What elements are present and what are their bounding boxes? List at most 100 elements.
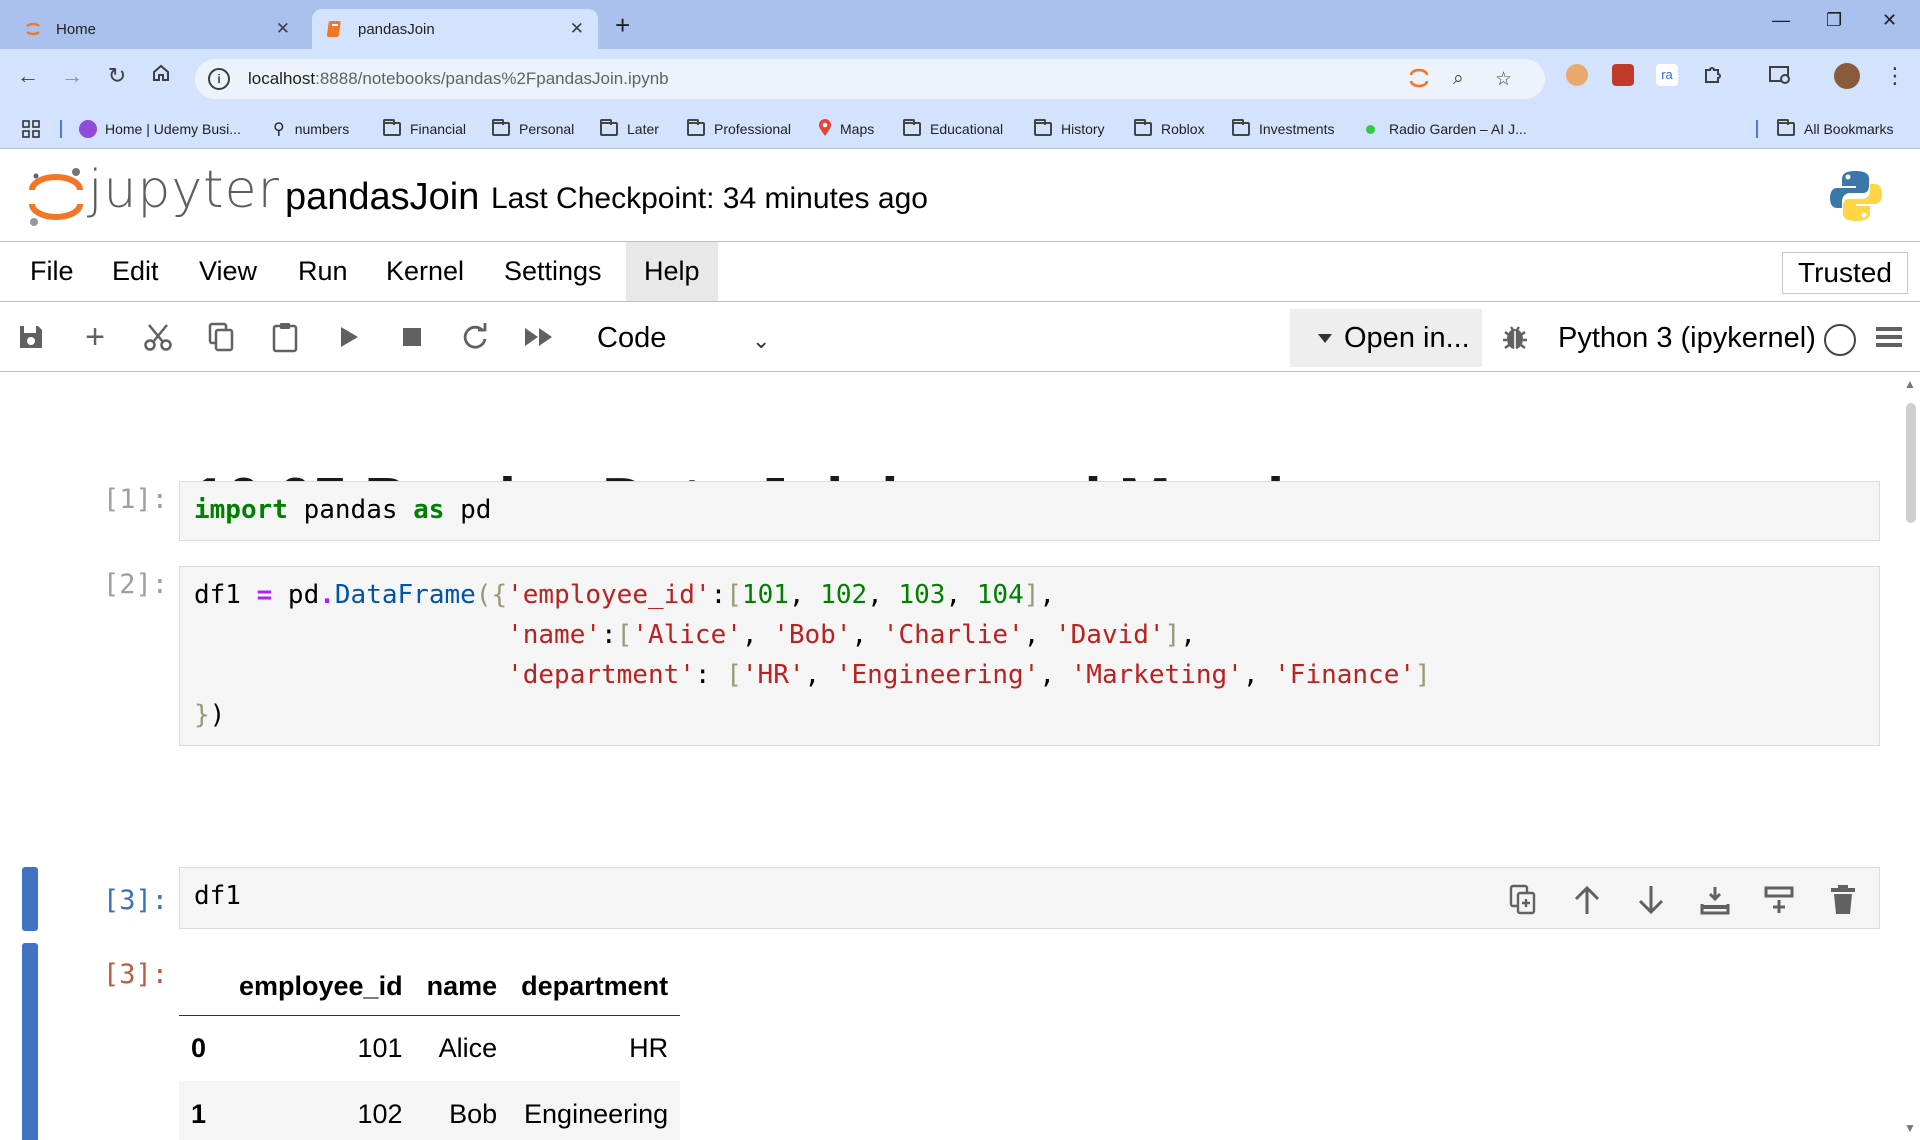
menu-run[interactable]: Run [280, 242, 366, 301]
menu-help[interactable]: Help [626, 242, 718, 301]
restore-icon[interactable]: ❐ [1826, 10, 1842, 31]
maps-icon [818, 118, 832, 140]
url-text[interactable]: localhost:8888/notebooks/pandas%2Fpandas… [248, 69, 669, 89]
bookmark-label: Roblox [1161, 121, 1205, 137]
cell-type-select[interactable]: Code [597, 322, 666, 355]
zoom-icon[interactable]: ⌕ [1453, 68, 1464, 90]
new-tab-icon[interactable]: + [615, 12, 630, 38]
forward-icon[interactable]: → [57, 63, 87, 89]
save-icon[interactable] [14, 320, 48, 354]
kernel-status-icon [1824, 324, 1856, 356]
notebook-title[interactable]: pandasJoin [285, 176, 479, 219]
delete-cell-icon[interactable] [1825, 882, 1861, 918]
active-cell-indicator[interactable] [22, 867, 38, 931]
minimize-icon[interactable]: — [1772, 10, 1790, 31]
bookmark-label: Radio Garden – AI J... [1389, 121, 1527, 137]
menu-view[interactable]: View [181, 242, 275, 301]
restart-icon[interactable] [458, 320, 492, 354]
open-in-button[interactable]: Open in... [1290, 309, 1482, 367]
kernel-name[interactable]: Python 3 (ipykernel) [1558, 322, 1816, 355]
address-bar[interactable]: i localhost:8888/notebooks/pandas%2Fpand… [195, 59, 1545, 99]
bookmark-maps[interactable]: Maps [818, 109, 874, 149]
bookmark-personal[interactable]: Personal [492, 109, 574, 149]
code-text: df1 = pd.DataFrame({'employee_id':[101, … [194, 580, 1431, 730]
bookmark-later[interactable]: Later [600, 109, 659, 149]
add-cell-icon[interactable]: + [78, 318, 112, 356]
code-cell-editor[interactable]: df1 [179, 867, 1880, 929]
open-in-label: Open in... [1344, 321, 1470, 354]
bookmark-label: Investments [1259, 121, 1335, 137]
reload-icon[interactable]: ↻ [102, 63, 132, 89]
menu-settings[interactable]: Settings [486, 242, 620, 301]
bookmark-investments[interactable]: Investments [1232, 109, 1334, 149]
close-window-icon[interactable]: ✕ [1882, 10, 1897, 31]
jupyter-logo-icon[interactable] [26, 164, 86, 228]
extensions-puzzle-icon[interactable] [1702, 64, 1724, 86]
scroll-down-icon[interactable]: ▼ [1904, 1121, 1916, 1135]
table-cell: 102 [357, 1098, 403, 1129]
apps-grid-icon[interactable] [22, 109, 40, 149]
extension-icon[interactable] [1612, 64, 1634, 86]
active-output-indicator[interactable] [22, 943, 38, 1140]
jupyter-extension-icon[interactable] [1408, 65, 1430, 97]
row-index: 1 [191, 1098, 207, 1129]
back-icon[interactable]: ← [13, 63, 43, 89]
home-icon[interactable] [146, 63, 176, 89]
menu-bar: File Edit View Run Kernel Settings Help … [0, 242, 1920, 302]
paste-icon[interactable] [268, 320, 302, 354]
jupyter-header: jupyter pandasJoin Last Checkpoint: 34 m… [0, 150, 1920, 242]
menu-edit[interactable]: Edit [94, 242, 177, 301]
run-icon[interactable] [332, 320, 366, 354]
notebook-panel[interactable]: ▲ ▼ 10 05 Pandas Data Joining and Mergin… [0, 373, 1920, 1140]
bookmark-professional[interactable]: Professional [687, 109, 791, 149]
code-cell-editor[interactable]: df1 = pd.DataFrame({'employee_id':[101, … [179, 566, 1880, 746]
menu-kernel[interactable]: Kernel [368, 242, 482, 301]
chevron-down-icon[interactable]: ⌄ [752, 328, 770, 354]
tab-pandasjoin[interactable]: pandasJoin ✕ [312, 9, 598, 49]
tab-search-icon[interactable] [1768, 64, 1790, 86]
code-text: import pandas as pd [194, 495, 492, 525]
move-down-icon[interactable] [1633, 882, 1669, 918]
stop-icon[interactable] [395, 320, 429, 354]
table-cell: Bob [449, 1098, 498, 1129]
bookmark-radio-garden[interactable]: Radio Garden – AI J... [1366, 109, 1527, 149]
profile-avatar[interactable] [1834, 63, 1860, 89]
tab-home[interactable]: Home ✕ [0, 9, 304, 49]
bookmark-financial[interactable]: Financial [383, 109, 466, 149]
folder-icon [383, 119, 401, 136]
folder-icon [1134, 119, 1152, 136]
cut-icon[interactable] [141, 320, 175, 354]
bookmark-star-icon[interactable]: ☆ [1495, 68, 1512, 91]
hamburger-menu-icon[interactable] [1872, 320, 1906, 354]
copy-icon[interactable] [204, 320, 238, 354]
site-info-icon[interactable]: i [208, 68, 230, 90]
all-bookmarks[interactable]: All Bookmarks [1777, 109, 1893, 149]
table-header-row: employee_id name department [179, 959, 681, 1015]
scrollbar-thumb[interactable] [1906, 403, 1916, 523]
insert-below-icon[interactable] [1761, 882, 1797, 918]
menu-file[interactable]: File [12, 242, 92, 301]
bookmark-label: Educational [930, 121, 1004, 137]
udemy-icon [79, 120, 97, 138]
bookmark-history[interactable]: History [1034, 109, 1105, 149]
move-up-icon[interactable] [1569, 882, 1605, 918]
column-header: department [521, 971, 669, 1002]
trusted-indicator[interactable]: Trusted [1782, 252, 1908, 294]
debugger-bug-icon[interactable] [1498, 320, 1532, 354]
extension-icon[interactable] [1566, 64, 1588, 86]
notebook-toolbar: + Code ⌄ Open in... Python 3 (ipykernel) [0, 302, 1920, 372]
browser-menu-icon[interactable]: ⋮ [1884, 63, 1906, 89]
close-tab-icon[interactable]: ✕ [276, 19, 290, 39]
scroll-up-icon[interactable]: ▲ [1904, 377, 1916, 391]
bookmark-udemy[interactable]: Home | Udemy Busi... [79, 109, 241, 149]
jupyter-wordmark[interactable]: jupyter [88, 160, 280, 220]
duplicate-cell-icon[interactable] [1505, 882, 1541, 918]
bookmark-educational[interactable]: Educational [903, 109, 1003, 149]
fast-forward-icon[interactable] [522, 320, 556, 354]
close-tab-icon[interactable]: ✕ [570, 19, 584, 39]
code-cell-editor[interactable]: import pandas as pd [179, 481, 1880, 541]
bookmark-roblox[interactable]: Roblox [1134, 109, 1205, 149]
insert-above-icon[interactable] [1697, 882, 1733, 918]
extension-icon[interactable]: ra [1656, 64, 1678, 86]
bookmark-numbers[interactable]: ⚲ numbers [273, 109, 349, 149]
